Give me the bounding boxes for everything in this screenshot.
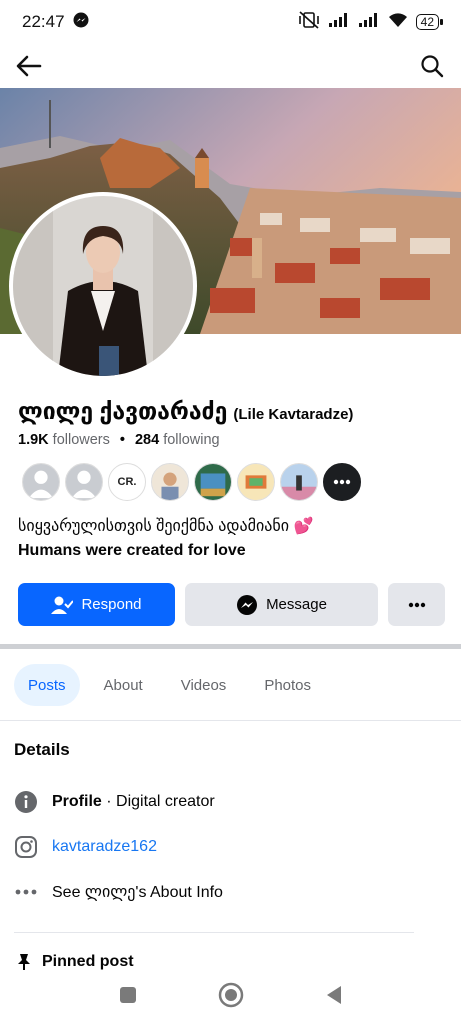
following-count: 284 — [134, 432, 160, 448]
instagram-icon — [14, 835, 38, 859]
back-button[interactable] — [14, 51, 44, 81]
profile-name: ლილე ქავთარაძე (Lile Kavtaradze) — [18, 398, 353, 425]
more-icon — [333, 479, 351, 485]
square-icon — [119, 986, 136, 1003]
detail-profile-category: Profile · Digital creator — [14, 790, 215, 814]
follow-stats: 1.9K followers • 284 following — [18, 432, 220, 448]
wifi-icon — [388, 12, 408, 33]
search-icon — [421, 55, 444, 78]
vibrate-off-icon — [298, 10, 320, 34]
profile-name-main: ლილე ქავთარაძე — [18, 398, 228, 424]
profile-key: Profile — [52, 793, 102, 810]
pinned-post-label: Pinned post — [42, 953, 134, 970]
messenger-notification-icon — [73, 12, 89, 33]
triangle-back-icon — [326, 985, 341, 1004]
bio-line: Humans were created for love — [18, 542, 246, 559]
message-button[interactable]: Message — [185, 583, 378, 626]
respond-button[interactable]: Respond — [18, 583, 175, 626]
followers-count: 1.9K — [18, 432, 49, 448]
back-nav-button[interactable] — [324, 984, 344, 1011]
respond-label: Respond — [81, 596, 142, 613]
message-label: Message — [266, 596, 327, 613]
more-friends-button[interactable] — [323, 463, 361, 501]
profile-value: · Digital creator — [101, 793, 215, 810]
friend-avatar[interactable] — [280, 463, 318, 501]
following-label: following — [163, 432, 220, 448]
tab-photos[interactable]: Photos — [250, 664, 325, 706]
more-horizontal-icon — [14, 880, 38, 904]
signal-icon — [328, 12, 350, 33]
battery-indicator: 42 — [415, 14, 444, 30]
home-button[interactable] — [218, 982, 244, 1013]
more-icon — [408, 602, 425, 607]
bio-line: სიყვარულისთვის შეიქმნა ადამიანი 💕 — [18, 518, 314, 535]
profile-name-alternate: (Lile Kavtaradze) — [233, 406, 354, 423]
friend-avatar[interactable] — [194, 463, 232, 501]
profile-actions: Respond Message — [18, 583, 445, 626]
search-button[interactable] — [417, 51, 447, 81]
pinned-post-header: Pinned post — [14, 952, 134, 972]
respond-person-icon — [51, 596, 74, 614]
friend-avatar[interactable] — [151, 463, 189, 501]
home-circle-icon — [218, 982, 243, 1007]
tab-about[interactable]: About — [90, 664, 157, 706]
detail-about-info[interactable]: See ლილე's About Info — [14, 880, 223, 904]
friend-avatar[interactable]: CR. — [108, 463, 146, 501]
separator-dot: • — [119, 432, 125, 448]
detail-instagram[interactable]: kavtaradze162 — [14, 835, 157, 859]
arrow-left-icon — [16, 55, 42, 77]
section-divider — [0, 644, 461, 649]
recents-button[interactable] — [118, 985, 138, 1010]
divider — [0, 720, 461, 721]
status-time: 22:47 — [22, 12, 65, 31]
more-options-button[interactable] — [388, 583, 445, 626]
info-icon — [14, 790, 38, 814]
about-info-link[interactable]: See ლილე's About Info — [52, 882, 223, 902]
friend-avatar[interactable] — [237, 463, 275, 501]
details-heading: Details — [14, 740, 70, 759]
system-navigation-bar — [0, 970, 461, 1024]
friend-avatar[interactable] — [65, 463, 103, 501]
tab-posts[interactable]: Posts — [14, 664, 80, 706]
profile-picture[interactable] — [9, 192, 197, 380]
status-bar: 22:47 42 — [0, 0, 461, 44]
messenger-icon — [237, 594, 258, 615]
top-navigation — [0, 44, 461, 88]
mutual-friends-row: CR. — [22, 463, 361, 501]
friend-avatar[interactable] — [22, 463, 60, 501]
followers-label: followers — [52, 432, 110, 448]
followers-link[interactable]: 1.9K followers — [18, 432, 110, 448]
signal-icon — [358, 12, 380, 33]
friend-avatar-logo-text: CR. — [117, 476, 137, 488]
instagram-link[interactable]: kavtaradze162 — [52, 838, 157, 856]
tab-videos[interactable]: Videos — [167, 664, 241, 706]
profile-tabs: Posts About Videos Photos — [14, 664, 325, 706]
following-link[interactable]: 284 following — [135, 432, 220, 448]
divider — [14, 932, 414, 933]
profile-bio: სიყვარულისთვის შეიქმნა ადამიანი 💕 Humans… — [18, 515, 313, 563]
pin-icon — [18, 954, 30, 971]
